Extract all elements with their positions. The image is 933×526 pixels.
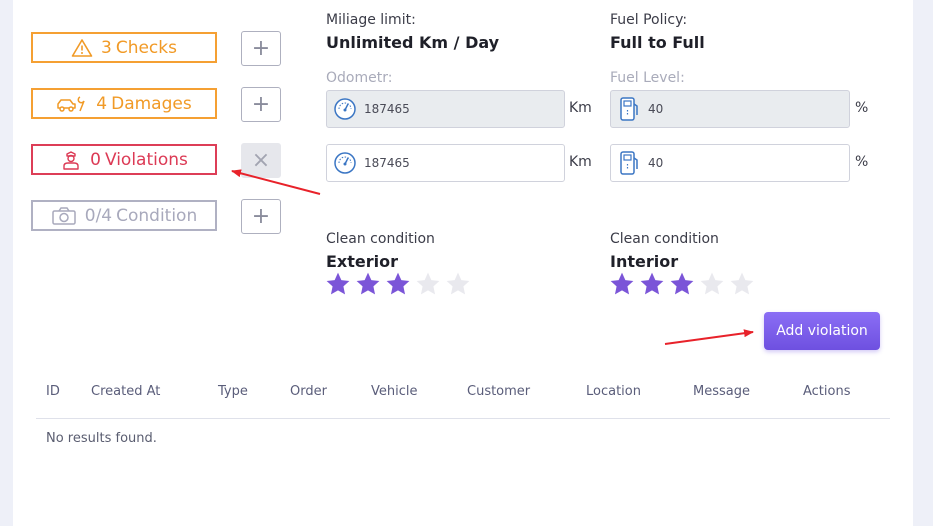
damages-count: 4 — [96, 93, 108, 114]
col-vehicle[interactable]: Vehicle — [371, 384, 418, 399]
fuel-before-value: 40 — [648, 102, 664, 116]
col-customer[interactable]: Customer — [467, 384, 530, 399]
interior-label: Clean condition — [610, 231, 719, 247]
close-icon: × — [251, 148, 271, 173]
plus-icon: + — [251, 204, 271, 229]
fuel-before-field: 40 — [610, 90, 850, 128]
condition-badge[interactable]: 0/4 Condition — [31, 200, 217, 231]
exterior-rating[interactable] — [325, 271, 471, 297]
col-type[interactable]: Type — [218, 384, 248, 399]
star-empty-icon[interactable] — [699, 271, 725, 297]
odometer-unit: Km — [569, 100, 592, 116]
violations-badge[interactable]: 0 Violations — [31, 144, 217, 175]
fuel-unit: % — [855, 100, 869, 116]
fuel-after-value: 40 — [648, 156, 664, 170]
violations-count: 0 — [90, 149, 101, 170]
fuel-unit: % — [855, 154, 869, 170]
mileage-label: Miliage limit: — [326, 12, 416, 28]
damages-label: Damages — [111, 93, 192, 114]
star-filled-icon[interactable] — [669, 271, 695, 297]
star-empty-icon[interactable] — [729, 271, 755, 297]
fuel-level-label: Fuel Level: — [610, 70, 685, 86]
mileage-value: Unlimited Km / Day — [326, 33, 500, 52]
col-order[interactable]: Order — [290, 384, 327, 399]
speedometer-icon — [330, 94, 360, 124]
exterior-label: Clean condition — [326, 231, 435, 247]
odometer-after-value: 187465 — [364, 156, 410, 170]
warning-icon — [71, 38, 93, 58]
empty-message: No results found. — [46, 431, 157, 446]
fuel-pump-icon — [614, 148, 644, 178]
condition-label: Condition — [116, 205, 198, 226]
col-created-at[interactable]: Created At — [91, 384, 160, 399]
plus-icon: + — [251, 92, 271, 117]
col-location[interactable]: Location — [586, 384, 641, 399]
plus-icon: + — [251, 36, 271, 61]
car-wrench-icon — [56, 94, 88, 114]
odometer-before-field: 187465 — [326, 90, 565, 128]
checks-count: 3 — [101, 37, 112, 58]
star-filled-icon[interactable] — [325, 271, 351, 297]
violations-label: Violations — [104, 149, 188, 170]
star-filled-icon[interactable] — [609, 271, 635, 297]
odometer-label: Odometr: — [326, 70, 393, 86]
col-id[interactable]: ID — [46, 384, 60, 399]
star-filled-icon[interactable] — [355, 271, 381, 297]
damages-badge[interactable]: 4 Damages — [31, 88, 217, 119]
fuel-policy-value: Full to Full — [610, 33, 705, 52]
checks-label: Checks — [115, 37, 177, 58]
odometer-unit: Km — [569, 154, 592, 170]
speedometer-icon — [330, 148, 360, 178]
close-violations-button[interactable]: × — [241, 143, 281, 178]
fuel-pump-icon — [614, 94, 644, 124]
checks-badge[interactable]: 3 Checks — [31, 32, 217, 63]
officer-icon — [60, 150, 82, 170]
main-card — [13, 0, 913, 526]
exterior-title: Exterior — [326, 252, 399, 271]
interior-rating[interactable] — [609, 271, 755, 297]
star-filled-icon[interactable] — [639, 271, 665, 297]
fuel-policy-label: Fuel Policy: — [610, 12, 688, 28]
star-empty-icon[interactable] — [445, 271, 471, 297]
star-empty-icon[interactable] — [415, 271, 441, 297]
add-condition-button[interactable]: + — [241, 199, 281, 234]
add-damage-button[interactable]: + — [241, 87, 281, 122]
condition-count: 0/4 — [84, 205, 113, 226]
col-message[interactable]: Message — [693, 384, 750, 399]
col-actions[interactable]: Actions — [803, 384, 851, 399]
odometer-before-value: 187465 — [364, 102, 410, 116]
fuel-after-input[interactable]: 40 — [610, 144, 850, 182]
add-violation-button[interactable]: Add violation — [764, 312, 880, 350]
interior-title: Interior — [610, 252, 679, 271]
star-filled-icon[interactable] — [385, 271, 411, 297]
camera-icon — [51, 206, 77, 226]
odometer-after-input[interactable]: 187465 — [326, 144, 565, 182]
add-check-button[interactable]: + — [241, 31, 281, 66]
table-divider — [36, 418, 890, 419]
